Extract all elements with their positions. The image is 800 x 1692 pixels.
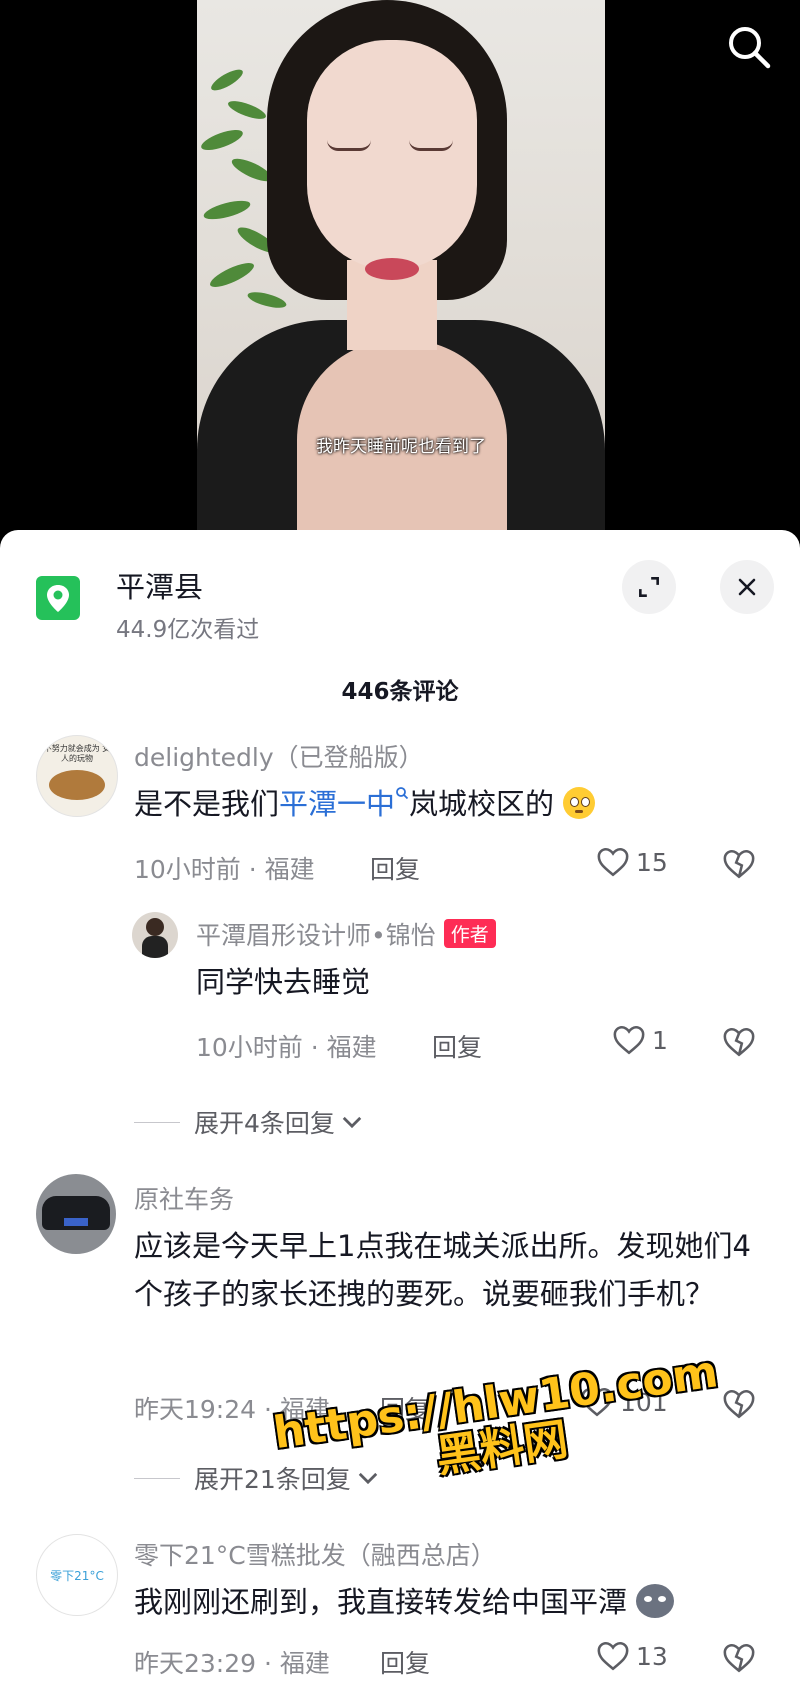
- divider-line: [134, 1121, 180, 1123]
- comment-text-start: 是不是我们: [134, 787, 280, 821]
- cat-emoji-icon: [636, 1584, 675, 1618]
- search-link[interactable]: 平潭一中: [279, 787, 395, 821]
- heart-icon: [597, 1641, 629, 1671]
- broken-heart-icon[interactable]: [722, 1642, 756, 1674]
- comment-sheet: 平潭县 44.9亿次看过 446条评论 不努力就会成为 女人的玩物 deligh…: [0, 530, 800, 1692]
- search-icon[interactable]: [724, 22, 774, 72]
- reply-username[interactable]: 平潭眉形设计师•锦怡: [196, 921, 436, 950]
- like-button[interactable]: 1: [612, 1024, 668, 1056]
- comment-username[interactable]: 原社车务: [134, 1180, 234, 1216]
- like-button[interactable]: 15: [596, 846, 668, 878]
- like-button[interactable]: 13: [596, 1640, 668, 1672]
- comment-text: 应该是今天早上1点我在城关派出所。发现她们4个孩子的家长还拽的要死。说要砸我们手…: [134, 1229, 751, 1311]
- heart-icon: [597, 847, 629, 877]
- comment-text: 我刚刚还刷到，我直接转发给中国平潭: [134, 1578, 675, 1626]
- video-subtitle: 我昨天睡前呢也看到了: [316, 437, 486, 457]
- pleading-emoji-icon: [563, 787, 596, 819]
- avatar-animal-image: [49, 770, 105, 800]
- like-count: 15: [636, 847, 668, 877]
- comment-username[interactable]: delightedly（已登船版）: [134, 738, 424, 774]
- broken-heart-icon[interactable]: [722, 1026, 756, 1058]
- avatar-caption: 不努力就会成为 女人的玩物: [43, 744, 111, 763]
- location-views: 44.9亿次看过: [116, 617, 260, 643]
- location-pin-icon[interactable]: [36, 576, 80, 620]
- like-count: 13: [636, 1641, 668, 1671]
- avatar[interactable]: 零下21°C: [36, 1534, 118, 1616]
- video-player[interactable]: 我昨天睡前呢也看到了: [0, 0, 800, 540]
- reply-button[interactable]: 回复: [370, 850, 420, 886]
- person-face: [307, 40, 477, 270]
- avatar-plate: [64, 1218, 88, 1226]
- video-frame[interactable]: 我昨天睡前呢也看到了: [197, 0, 605, 540]
- comment-meta: 10小时前 · 福建: [134, 855, 315, 884]
- reply-text: 同学快去睡觉: [196, 965, 371, 999]
- comments-count: 446条评论: [341, 679, 459, 705]
- avatar-logo-text: 零下21°C: [50, 1569, 104, 1583]
- person-eye-right: [409, 140, 453, 151]
- close-button[interactable]: [720, 560, 774, 614]
- reply-button[interactable]: 回复: [380, 1644, 430, 1680]
- author-badge: 作者: [443, 919, 496, 948]
- expand-replies-label: 展开4条回复: [194, 1109, 335, 1138]
- chevron-down-icon: [342, 1116, 362, 1129]
- expand-icon: [639, 577, 659, 597]
- expand-button[interactable]: [622, 560, 676, 614]
- search-small-icon[interactable]: [395, 786, 409, 800]
- reply-meta: 10小时前 · 福建: [196, 1033, 377, 1062]
- reply-button[interactable]: 回复: [432, 1028, 482, 1064]
- broken-heart-icon[interactable]: [722, 848, 756, 880]
- avatar[interactable]: [132, 912, 178, 958]
- comment-text: 是不是我们平潭一中 岚城校区的: [134, 780, 596, 828]
- close-icon: [738, 578, 756, 596]
- avatar-person-image: [146, 918, 164, 936]
- person-eye-left: [327, 140, 371, 151]
- like-count: 1: [652, 1025, 668, 1055]
- reply-username-row: 平潭眉形设计师•锦怡 作者: [196, 916, 496, 952]
- comment-text-end: 岚城校区的: [409, 787, 555, 821]
- comment-text-content: 我刚刚还刷到，我直接转发给中国平潭: [134, 1585, 628, 1619]
- comment-username[interactable]: 零下21°C雪糕批发（融西总店）: [134, 1536, 496, 1572]
- comment-meta: 昨天23:29 · 福建: [134, 1649, 330, 1678]
- avatar[interactable]: [36, 1174, 116, 1254]
- location-title[interactable]: 平潭县: [116, 564, 203, 606]
- divider-line: [134, 1477, 180, 1479]
- heart-icon: [613, 1025, 645, 1055]
- avatar-person-body: [142, 936, 168, 958]
- expand-replies-button[interactable]: 展开4条回复: [134, 1104, 363, 1140]
- broken-heart-icon[interactable]: [722, 1388, 756, 1420]
- avatar[interactable]: 不努力就会成为 女人的玩物: [36, 735, 118, 817]
- person-lips: [365, 258, 419, 280]
